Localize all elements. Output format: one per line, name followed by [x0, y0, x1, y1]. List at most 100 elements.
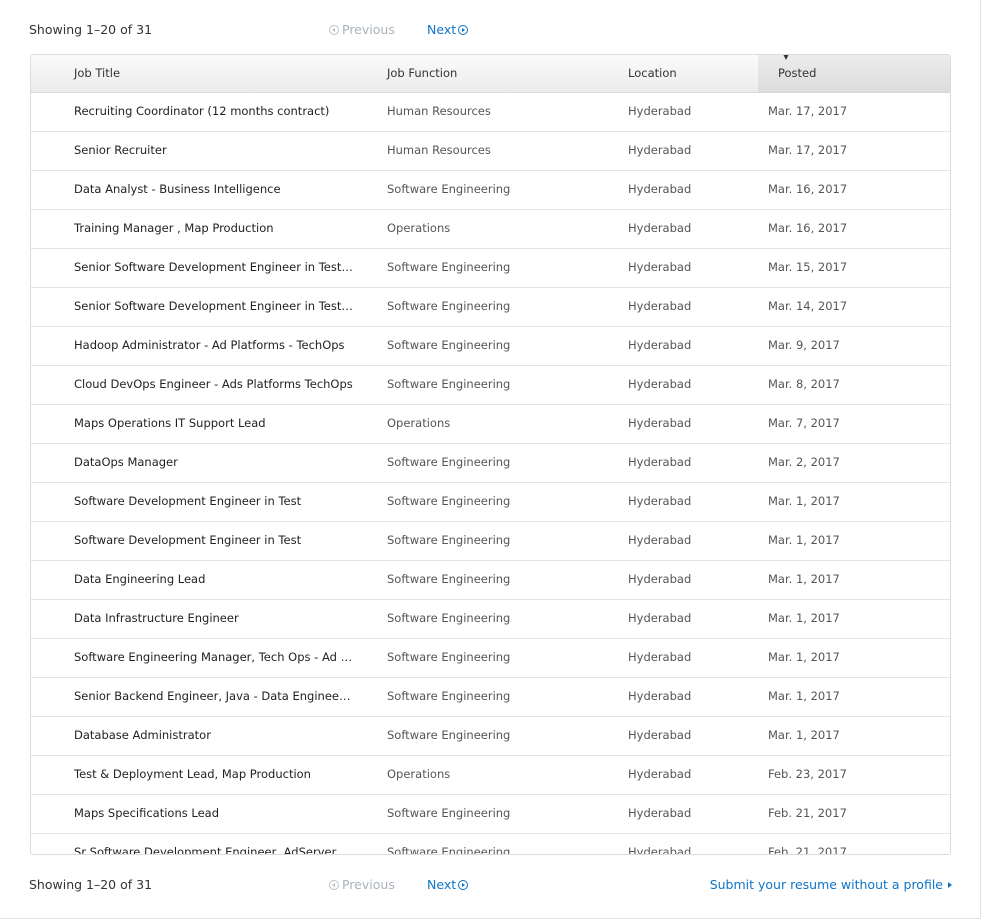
job-function-cell: Operations: [387, 221, 451, 235]
table-row[interactable]: Senior Recruiter Human Resources Hyderabad…: [31, 132, 950, 171]
circle-chevron-left-icon: [329, 880, 339, 890]
table-row[interactable]: Maps Operations IT Support Lead Operation…: [31, 405, 950, 444]
job-title-link[interactable]: Hadoop Administrator - Ad Platforms - Te…: [74, 327, 354, 364]
location-cell: Hyderabad: [628, 299, 692, 313]
job-function-cell: Software Engineering: [387, 572, 511, 586]
job-title-link[interactable]: Data Infrastructure Engineer: [74, 600, 354, 637]
posted-date-cell: Mar. 16, 2017: [768, 182, 848, 196]
job-function-cell: Operations: [387, 416, 451, 430]
location-cell: Hyderabad: [628, 104, 692, 118]
posted-date-cell: Mar. 14, 2017: [768, 299, 848, 313]
job-title-link[interactable]: Maps Operations IT Support Lead: [74, 405, 354, 442]
posted-date-cell: Feb. 23, 2017: [768, 767, 847, 781]
location-cell: Hyderabad: [628, 533, 692, 547]
next-page-link[interactable]: Next: [427, 875, 469, 895]
table-row[interactable]: Recruiting Coordinator (12 months contra…: [31, 93, 950, 132]
table-row[interactable]: Senior Software Development Engineer in …: [31, 249, 950, 288]
table-row[interactable]: Software Development Engineer in Test Sof…: [31, 522, 950, 561]
posted-date-cell: Mar. 1, 2017: [768, 572, 840, 586]
column-header-posted[interactable]: Posted: [758, 55, 950, 92]
location-cell: Hyderabad: [628, 221, 692, 235]
table-row[interactable]: Training Manager , Map Production Operati…: [31, 210, 950, 249]
job-title-link[interactable]: Senior Recruiter: [74, 132, 354, 169]
table-row[interactable]: Test & Deployment Lead, Map Production Op…: [31, 756, 950, 795]
column-header-job-function[interactable]: Job Function: [387, 55, 457, 92]
table-row[interactable]: Data Analyst - Business Intelligence Soft…: [31, 171, 950, 210]
table-row[interactable]: Senior Backend Engineer, Java - Data Eng…: [31, 678, 950, 717]
table-row[interactable]: Data Engineering Lead Software Engineerin…: [31, 561, 950, 600]
job-title-link[interactable]: Data Analyst - Business Intelligence: [74, 171, 354, 208]
job-function-cell: Software Engineering: [387, 377, 511, 391]
posted-date-cell: Mar. 2, 2017: [768, 455, 840, 469]
column-header-job-title[interactable]: Job Title: [74, 55, 120, 92]
job-title-link[interactable]: Data Engineering Lead: [74, 561, 354, 598]
job-title-link[interactable]: Software Development Engineer in Test: [74, 522, 354, 559]
pagination-top: Showing 1–20 of 31 Previous Next: [29, 20, 954, 40]
table-row[interactable]: Hadoop Administrator - Ad Platforms - Te…: [31, 327, 950, 366]
posted-date-cell: Mar. 16, 2017: [768, 221, 848, 235]
job-title-link[interactable]: Training Manager , Map Production: [74, 210, 354, 247]
results-count: Showing 1–20 of 31: [29, 877, 153, 892]
table-row[interactable]: Sr Software Development Engineer, AdServ…: [31, 834, 950, 855]
table-row[interactable]: Database Administrator Software Engineeri…: [31, 717, 950, 756]
job-title-link[interactable]: Sr Software Development Engineer, AdServ…: [74, 834, 354, 854]
table-row[interactable]: Software Engineering Manager, Tech Ops -…: [31, 639, 950, 678]
table-row[interactable]: Maps Specifications Lead Software Enginee…: [31, 795, 950, 834]
posted-date-cell: Mar. 1, 2017: [768, 494, 840, 508]
posted-date-cell: Mar. 17, 2017: [768, 143, 848, 157]
next-label: Next: [427, 22, 457, 37]
submit-resume-label: Submit your resume without a profile: [709, 877, 943, 892]
posted-date-cell: Mar. 7, 2017: [768, 416, 840, 430]
job-title-link[interactable]: Recruiting Coordinator (12 months contra…: [74, 93, 354, 130]
job-function-cell: Human Resources: [387, 104, 491, 118]
circle-chevron-right-icon: [458, 880, 469, 890]
sort-descending-icon: [783, 55, 789, 60]
job-function-cell: Software Engineering: [387, 338, 511, 352]
column-header-location[interactable]: Location: [628, 55, 677, 92]
posted-date-cell: Mar. 1, 2017: [768, 728, 840, 742]
job-function-cell: Software Engineering: [387, 845, 511, 855]
job-title-link[interactable]: Senior Software Development Engineer in …: [74, 249, 354, 286]
location-cell: Hyderabad: [628, 260, 692, 274]
job-function-cell: Software Engineering: [387, 689, 511, 703]
job-title-link[interactable]: DataOps Manager: [74, 444, 354, 481]
job-title-link[interactable]: Test & Deployment Lead, Map Production: [74, 756, 354, 793]
posted-date-cell: Mar. 9, 2017: [768, 338, 840, 352]
previous-label: Previous: [342, 877, 395, 892]
table-row[interactable]: Cloud DevOps Engineer - Ads Platforms Te…: [31, 366, 950, 405]
circle-chevron-right-icon: [458, 25, 469, 35]
next-page-link[interactable]: Next: [427, 20, 469, 40]
table-row[interactable]: Software Development Engineer in Test Sof…: [31, 483, 950, 522]
previous-page-link[interactable]: Previous: [329, 20, 395, 40]
posted-date-cell: Mar. 1, 2017: [768, 689, 840, 703]
table-row[interactable]: DataOps Manager Software Engineering Hyder…: [31, 444, 950, 483]
job-title-link[interactable]: Senior Backend Engineer, Java - Data Eng…: [74, 678, 354, 715]
job-function-cell: Operations: [387, 767, 451, 781]
posted-date-cell: Feb. 21, 2017: [768, 845, 847, 855]
job-title-link[interactable]: Cloud DevOps Engineer - Ads Platforms Te…: [74, 366, 354, 403]
job-function-cell: Software Engineering: [387, 182, 511, 196]
location-cell: Hyderabad: [628, 494, 692, 508]
posted-date-cell: Mar. 17, 2017: [768, 104, 848, 118]
job-function-cell: Software Engineering: [387, 728, 511, 742]
location-cell: Hyderabad: [628, 416, 692, 430]
posted-date-cell: Mar. 1, 2017: [768, 611, 840, 625]
table-row[interactable]: Senior Software Development Engineer in …: [31, 288, 950, 327]
location-cell: Hyderabad: [628, 143, 692, 157]
table-row[interactable]: Data Infrastructure Engineer Software Eng…: [31, 600, 950, 639]
location-cell: Hyderabad: [628, 767, 692, 781]
location-cell: Hyderabad: [628, 572, 692, 586]
submit-resume-link[interactable]: Submit your resume without a profile: [710, 875, 952, 895]
previous-page-link[interactable]: Previous: [329, 875, 395, 895]
location-cell: Hyderabad: [628, 728, 692, 742]
job-function-cell: Human Resources: [387, 143, 491, 157]
job-title-link[interactable]: Software Development Engineer in Test: [74, 483, 354, 520]
job-title-link[interactable]: Senior Software Development Engineer in …: [74, 288, 354, 325]
location-cell: Hyderabad: [628, 455, 692, 469]
job-function-cell: Software Engineering: [387, 299, 511, 313]
job-function-cell: Software Engineering: [387, 806, 511, 820]
job-title-link[interactable]: Maps Specifications Lead: [74, 795, 354, 832]
job-title-link[interactable]: Software Engineering Manager, Tech Ops -…: [74, 639, 354, 676]
job-title-link[interactable]: Database Administrator: [74, 717, 354, 754]
location-cell: Hyderabad: [628, 806, 692, 820]
